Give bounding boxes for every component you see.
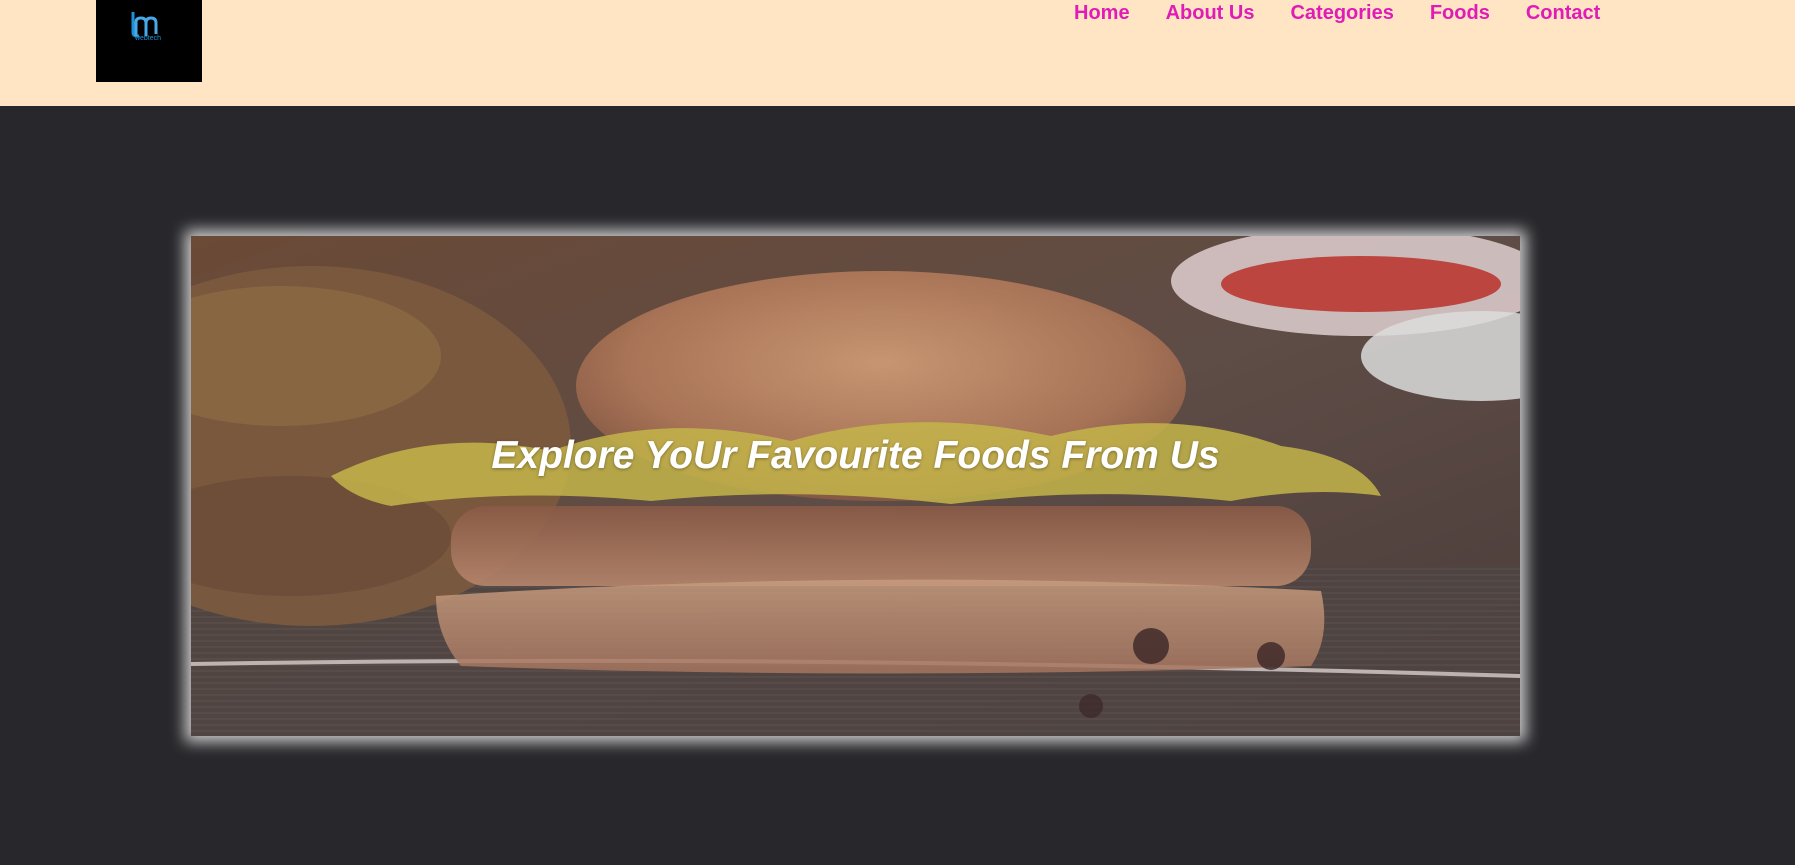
nav-foods[interactable]: Foods xyxy=(1430,2,1490,24)
brand-logo[interactable]: webtech xyxy=(96,0,202,82)
nav-about-us[interactable]: About Us xyxy=(1166,2,1255,24)
nav-home[interactable]: Home xyxy=(1074,2,1130,24)
nav-contact[interactable]: Contact xyxy=(1526,2,1600,24)
brand-logo-icon: webtech xyxy=(131,12,161,42)
nav-categories[interactable]: Categories xyxy=(1290,2,1393,24)
hero-food-image xyxy=(191,236,1520,736)
hero-title: Explore YoUr Favourite Foods From Us xyxy=(491,434,1220,477)
brand-logo-text: webtech xyxy=(134,35,161,42)
site-header: webtech Home About Us Categories Foods C… xyxy=(0,0,1795,106)
main-nav: Home About Us Categories Foods Contact xyxy=(1074,2,1600,24)
hero-banner: Explore YoUr Favourite Foods From Us xyxy=(191,236,1520,736)
